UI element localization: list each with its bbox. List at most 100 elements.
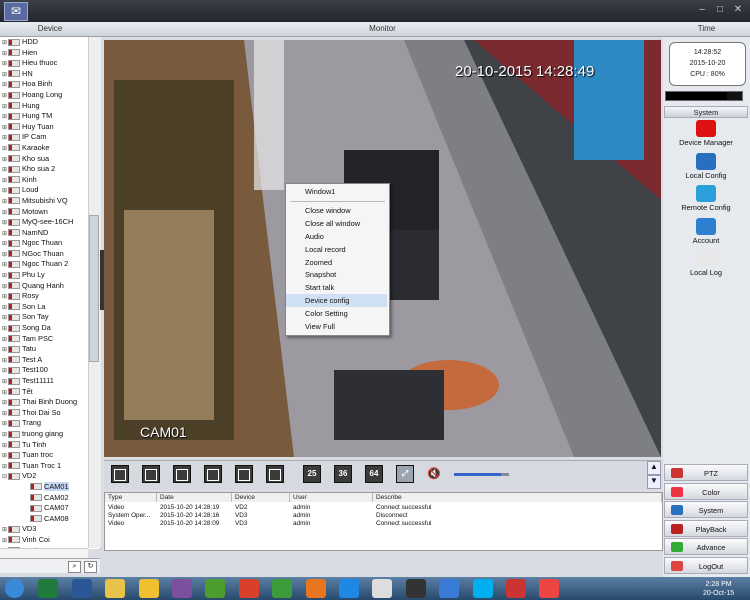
- layout-8-button[interactable]: [204, 465, 222, 483]
- cms-icon[interactable]: [405, 579, 426, 598]
- tree-item[interactable]: ⊞ Tết: [0, 387, 100, 398]
- volume-slider[interactable]: [454, 473, 509, 476]
- viber-icon[interactable]: [172, 579, 192, 598]
- mute-icon[interactable]: 🔇: [427, 467, 443, 481]
- tree-item[interactable]: ⊞ Tu Tinh: [0, 440, 100, 451]
- menu-item[interactable]: Device config: [286, 294, 387, 308]
- tree-item[interactable]: ⊞ Quang Hanh: [0, 281, 100, 292]
- tree-item[interactable]: ⊞ Kinh: [0, 175, 100, 186]
- tree-item[interactable]: CAM02: [0, 493, 100, 504]
- layout-1-button[interactable]: [111, 465, 129, 483]
- tree-item[interactable]: ⊞ Son La: [0, 302, 100, 313]
- log-column-header[interactable]: Device: [232, 493, 290, 502]
- menu-item[interactable]: Snapshot: [286, 268, 387, 281]
- device-tree[interactable]: ⊞ HDD ⊞ Hien ⊞ Hieu thuoc ⊞ HN ⊞ Hoa Binh ⊞ Hoang L…: [0, 37, 101, 549]
- explorer-icon[interactable]: [105, 579, 126, 598]
- tree-item[interactable]: ⊞ Son Tay: [0, 312, 100, 323]
- tree-item[interactable]: ⊞ Karaoke: [0, 143, 100, 154]
- menu-item[interactable]: View Full: [286, 320, 387, 333]
- tree-item[interactable]: ⊞ Tatu: [0, 344, 100, 355]
- excel-icon[interactable]: [38, 579, 59, 598]
- layout-6-button[interactable]: [173, 465, 191, 483]
- menu-item[interactable]: Audio: [286, 230, 387, 243]
- teamviewer-icon[interactable]: [339, 579, 359, 598]
- tree-item[interactable]: ⊞ Loud: [0, 185, 100, 196]
- tree-item[interactable]: ⊞ truong giang: [0, 429, 100, 440]
- tree-item[interactable]: ⊞ Hung: [0, 101, 100, 112]
- system-item[interactable]: Local Config: [664, 152, 748, 186]
- tree-item[interactable]: CAM01: [0, 481, 100, 493]
- color-button[interactable]: Color: [664, 482, 748, 500]
- skype-icon[interactable]: [472, 579, 493, 598]
- event-log[interactable]: Type Date Device User Describe Video 2015-10-2…: [104, 492, 663, 551]
- tree-item[interactable]: ⊞ Hoa Binh: [0, 79, 100, 90]
- logout-button[interactable]: LogOut: [664, 556, 748, 574]
- refresh-icon[interactable]: ↻: [84, 561, 97, 573]
- tree-item[interactable]: ⊞ Huy Tuan: [0, 122, 100, 133]
- tray-clock[interactable]: 2:28 PM 20-Oct-15: [703, 580, 734, 598]
- scroll-down-icon[interactable]: ▼: [647, 475, 661, 489]
- paint-icon[interactable]: [539, 579, 560, 598]
- camera-app-icon[interactable]: [372, 579, 393, 598]
- scroll-up-icon[interactable]: ▲: [647, 461, 661, 475]
- tree-item[interactable]: ⊞ HDD: [0, 37, 100, 48]
- tree-scroll-thumb[interactable]: [89, 215, 99, 362]
- tree-item[interactable]: ⊞ Kho sua 2: [0, 164, 100, 175]
- playback-button[interactable]: PlayBack: [664, 519, 748, 537]
- close-icon[interactable]: ✕: [731, 4, 745, 16]
- network-app-icon[interactable]: [506, 579, 526, 598]
- layout-16-button[interactable]: [266, 465, 284, 483]
- tree-item[interactable]: ⊞ Tam PSC: [0, 334, 100, 345]
- tree-item[interactable]: ⊞ Motown: [0, 207, 100, 218]
- tree-item[interactable]: ⊞ Trang: [0, 418, 100, 429]
- tree-item[interactable]: ⊞ Ngoc Thuan 2: [0, 259, 100, 270]
- folder-icon[interactable]: [138, 579, 159, 598]
- tree-item[interactable]: ⊞ Thoi Dai So: [0, 408, 100, 419]
- game-icon[interactable]: [272, 579, 293, 598]
- layout-9-button[interactable]: [235, 465, 253, 483]
- tree-item[interactable]: ⊞ Hoang Long: [0, 90, 100, 101]
- layout-64-button[interactable]: 64: [365, 465, 383, 483]
- log-column-header[interactable]: Date: [157, 493, 232, 502]
- app-icon[interactable]: [205, 579, 226, 598]
- system-button[interactable]: System: [664, 501, 748, 518]
- tree-item[interactable]: ⊟ VD2: [0, 471, 100, 482]
- tree-item[interactable]: ⊞ Hien: [0, 48, 100, 59]
- menu-item[interactable]: Start talk: [286, 281, 387, 294]
- layout-36-button[interactable]: 36: [334, 465, 352, 483]
- layout-25-button[interactable]: 25: [303, 465, 321, 483]
- tree-item[interactable]: ⊞ Thai Binh Duong: [0, 397, 100, 408]
- tree-item[interactable]: ⊞ HN: [0, 69, 100, 80]
- tree-item[interactable]: ⊞ Hung TM: [0, 111, 100, 122]
- log-column-header[interactable]: Type: [105, 493, 157, 502]
- tree-item[interactable]: ⊞ MyQ-see-16CH: [0, 217, 100, 228]
- tree-item[interactable]: CAM07: [0, 503, 100, 514]
- search-icon[interactable]: ⌕: [68, 561, 81, 573]
- tree-item[interactable]: ⊞ Song Da: [0, 323, 100, 334]
- tree-item[interactable]: ⊞ Vinh Coi: [0, 535, 100, 546]
- tree-item[interactable]: ⊞ NamND: [0, 228, 100, 239]
- menu-item[interactable]: Color Setting: [286, 307, 387, 320]
- start-icon[interactable]: [5, 579, 24, 598]
- maximize-icon[interactable]: □: [713, 4, 727, 16]
- system-item[interactable]: Remote Config: [664, 185, 748, 218]
- menu-item[interactable]: Zoomed: [286, 256, 387, 269]
- collapse-tree-handle[interactable]: [100, 250, 104, 310]
- system-item[interactable]: Account: [664, 217, 748, 251]
- menu-item[interactable]: Local record: [286, 243, 387, 256]
- advance-button[interactable]: Advance: [664, 538, 748, 555]
- tree-item[interactable]: ⊞ Phu Ly: [0, 270, 100, 281]
- system-item[interactable]: Local Log: [664, 250, 748, 283]
- menu-item[interactable]: Close all window: [286, 217, 387, 230]
- tree-item[interactable]: ⊞ Ngoc Thuan: [0, 238, 100, 249]
- chrome-icon[interactable]: [238, 579, 259, 598]
- tree-item[interactable]: ⊞ Tuan Troc 1: [0, 461, 100, 472]
- ptz-button[interactable]: PTZ: [664, 464, 748, 481]
- tree-item[interactable]: ⊞ NGoc Thuan: [0, 249, 100, 260]
- layout-4-button[interactable]: [142, 465, 160, 483]
- firefox-icon[interactable]: [305, 579, 326, 598]
- tree-item[interactable]: CAM08: [0, 514, 100, 525]
- tree-item[interactable]: ⊞ IP Cam: [0, 132, 100, 143]
- tree-item[interactable]: ⊞ Test100: [0, 365, 100, 376]
- log-column-header[interactable]: Describe: [373, 493, 662, 502]
